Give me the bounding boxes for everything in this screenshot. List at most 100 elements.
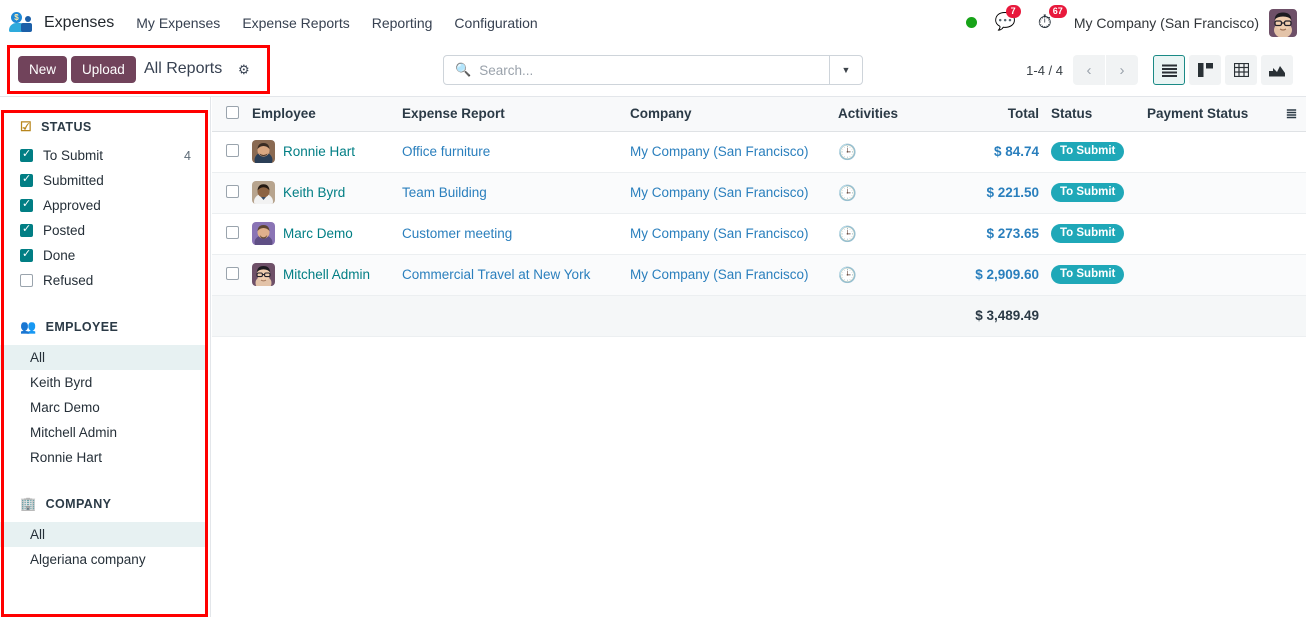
- column-header-payment-status[interactable]: Payment Status: [1141, 97, 1277, 132]
- gear-icon[interactable]: ⚙: [238, 62, 250, 78]
- cell-company[interactable]: My Company (San Francisco): [624, 213, 832, 255]
- table-row[interactable]: Mitchell Admin Commercial Travel at New …: [212, 254, 1306, 296]
- employee-name-link[interactable]: Mitchell Admin: [283, 267, 370, 282]
- cell-employee[interactable]: Ronnie Hart: [246, 131, 396, 173]
- filter-option-label: Done: [43, 248, 76, 263]
- new-button[interactable]: New: [18, 56, 68, 83]
- sidebar-item-company-algeriana[interactable]: Algeriana company: [0, 547, 205, 572]
- sidebar-item-employee-all[interactable]: All: [0, 345, 205, 370]
- row-checkbox-cell[interactable]: [212, 131, 246, 173]
- nav-reporting[interactable]: Reporting: [372, 15, 433, 31]
- employee-name-link[interactable]: Ronnie Hart: [283, 144, 355, 159]
- messages-button[interactable]: 💬 7: [995, 5, 1021, 32]
- cell-expense-report[interactable]: Customer meeting: [396, 213, 624, 255]
- graph-view-button[interactable]: [1261, 55, 1293, 85]
- checkbox-icon[interactable]: [20, 148, 33, 162]
- checkbox-icon[interactable]: [20, 274, 33, 287]
- expense-report-link[interactable]: Commercial Travel at New York: [402, 267, 590, 282]
- cell-activities[interactable]: 🕒: [832, 254, 949, 296]
- column-header-status[interactable]: Status: [1045, 97, 1141, 132]
- column-options-button[interactable]: ≣: [1277, 97, 1306, 132]
- cell-employee[interactable]: Keith Byrd: [246, 172, 396, 214]
- row-checkbox-cell[interactable]: [212, 172, 246, 214]
- cell-activities[interactable]: 🕒: [832, 213, 949, 255]
- search-dropdown-toggle[interactable]: ▼: [829, 56, 862, 84]
- kanban-view-button[interactable]: [1189, 55, 1221, 85]
- company-link[interactable]: My Company (San Francisco): [630, 226, 809, 241]
- status-badge[interactable]: To Submit: [1051, 265, 1125, 284]
- filter-option-submitted[interactable]: Submitted: [0, 168, 205, 193]
- sidebar-item-employee-mitchell-admin[interactable]: Mitchell Admin: [0, 420, 205, 445]
- company-link[interactable]: My Company (San Francisco): [630, 267, 809, 282]
- company-link[interactable]: My Company (San Francisco): [630, 144, 809, 159]
- column-header-employee[interactable]: Employee: [246, 97, 396, 132]
- checkbox-icon[interactable]: [225, 266, 239, 280]
- sidebar-item-employee-keith-byrd[interactable]: Keith Byrd: [0, 370, 205, 395]
- filter-option-done[interactable]: Done: [0, 243, 205, 268]
- activities-button[interactable]: ⏱ 67: [1038, 4, 1067, 33]
- cell-expense-report[interactable]: Team Building: [396, 172, 624, 214]
- filter-option-to-submit[interactable]: To Submit 4: [0, 143, 205, 168]
- expenses-app-icon[interactable]: $: [8, 11, 38, 35]
- status-badge[interactable]: To Submit: [1051, 183, 1125, 202]
- app-name[interactable]: Expenses: [44, 14, 114, 32]
- column-header-expense-report[interactable]: Expense Report: [396, 97, 624, 132]
- checkbox-icon[interactable]: [225, 143, 239, 157]
- list-view-button[interactable]: [1153, 55, 1185, 85]
- sidebar-item-employee-marc-demo[interactable]: Marc Demo: [0, 395, 205, 420]
- upload-button[interactable]: Upload: [71, 56, 136, 83]
- sidebar-item-employee-ronnie-hart[interactable]: Ronnie Hart: [0, 445, 205, 470]
- row-checkbox-cell[interactable]: [212, 254, 246, 296]
- sidebar-item-company-all[interactable]: All: [0, 522, 205, 547]
- clock-icon[interactable]: 🕒: [838, 226, 857, 243]
- cell-expense-report[interactable]: Commercial Travel at New York: [396, 254, 624, 296]
- column-header-total[interactable]: Total: [949, 97, 1045, 132]
- user-avatar[interactable]: [1269, 8, 1297, 37]
- nav-expense-reports[interactable]: Expense Reports: [242, 15, 349, 31]
- cell-employee[interactable]: Mitchell Admin: [246, 254, 396, 296]
- checkbox-icon[interactable]: [20, 198, 33, 212]
- cell-activities[interactable]: 🕒: [832, 131, 949, 173]
- next-page-button[interactable]: ›: [1106, 55, 1138, 85]
- expense-report-link[interactable]: Customer meeting: [402, 226, 512, 241]
- expense-report-link[interactable]: Team Building: [402, 185, 487, 200]
- select-all-header[interactable]: [212, 97, 246, 132]
- cell-company[interactable]: My Company (San Francisco): [624, 172, 832, 214]
- search-input[interactable]: [479, 62, 829, 78]
- column-header-company[interactable]: Company: [624, 97, 832, 132]
- filter-option-posted[interactable]: Posted: [0, 218, 205, 243]
- pivot-view-button[interactable]: [1225, 55, 1257, 85]
- cell-expense-report[interactable]: Office furniture: [396, 131, 624, 173]
- table-row[interactable]: Ronnie Hart Office furniture My Company …: [212, 131, 1306, 173]
- row-checkbox-cell[interactable]: [212, 213, 246, 255]
- expense-report-link[interactable]: Office furniture: [402, 144, 490, 159]
- cell-activities[interactable]: 🕒: [832, 172, 949, 214]
- cell-company[interactable]: My Company (San Francisco): [624, 131, 832, 173]
- checkbox-icon[interactable]: [20, 223, 33, 237]
- column-header-activities[interactable]: Activities: [832, 97, 949, 132]
- filter-option-refused[interactable]: Refused: [0, 268, 205, 293]
- checkbox-icon[interactable]: [225, 184, 239, 198]
- checkbox-icon[interactable]: [20, 248, 33, 262]
- clock-icon[interactable]: 🕒: [838, 267, 857, 284]
- table-row[interactable]: Keith Byrd Team Building My Company (San…: [212, 172, 1306, 214]
- nav-my-expenses[interactable]: My Expenses: [136, 15, 220, 31]
- checkbox-icon[interactable]: [225, 225, 239, 239]
- company-link[interactable]: My Company (San Francisco): [630, 185, 809, 200]
- clock-icon[interactable]: 🕒: [838, 144, 857, 161]
- previous-page-button[interactable]: ‹: [1073, 55, 1105, 85]
- company-switcher[interactable]: My Company (San Francisco): [1074, 15, 1259, 31]
- status-badge[interactable]: To Submit: [1051, 224, 1125, 243]
- status-badge[interactable]: To Submit: [1051, 142, 1125, 161]
- checkbox-icon[interactable]: [20, 173, 33, 187]
- employee-name-link[interactable]: Marc Demo: [283, 226, 353, 241]
- employee-name-link[interactable]: Keith Byrd: [283, 185, 345, 200]
- checkbox-icon[interactable]: [225, 105, 239, 119]
- cell-company[interactable]: My Company (San Francisco): [624, 254, 832, 296]
- table-row[interactable]: Marc Demo Customer meeting My Company (S…: [212, 213, 1306, 255]
- filter-option-approved[interactable]: Approved: [0, 193, 205, 218]
- clock-icon[interactable]: 🕒: [838, 185, 857, 202]
- nav-configuration[interactable]: Configuration: [454, 15, 537, 31]
- table-header-row: Employee Expense Report Company Activiti…: [212, 97, 1306, 132]
- cell-employee[interactable]: Marc Demo: [246, 213, 396, 255]
